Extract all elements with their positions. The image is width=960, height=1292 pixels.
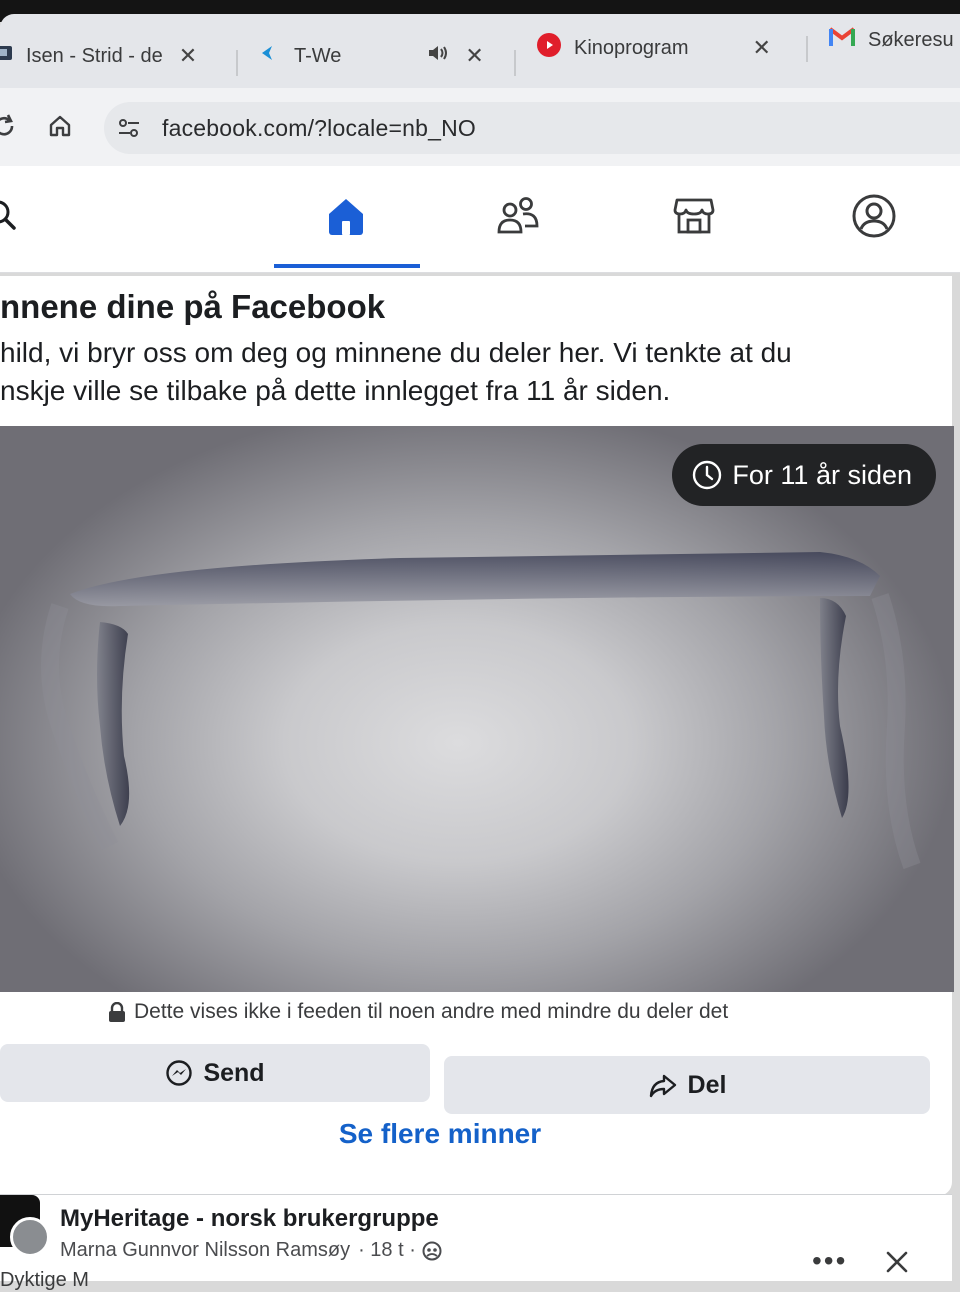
tab-close-icon[interactable]: ✕ [753, 35, 771, 61]
home-button-icon[interactable] [42, 108, 78, 144]
post-group-name[interactable]: MyHeritage - norsk brukergruppe [60, 1205, 439, 1233]
post-author[interactable]: Marna Gunnvor Nilsson Ramsøy [60, 1239, 350, 1262]
memory-age-label: For 11 år siden [732, 459, 912, 490]
post-hide-close-icon[interactable] [882, 1247, 912, 1277]
clock-icon [693, 460, 722, 490]
audience-group-icon [422, 1241, 442, 1260]
tab-title: Kinoprogram [574, 36, 689, 59]
address-bar[interactable]: facebook.com/?locale=nb_NO [104, 102, 960, 154]
lock-icon [109, 1002, 125, 1022]
post-meta: Marna Gunnvor Nilsson Ramsøy · 18 t · [60, 1239, 442, 1262]
author-avatar[interactable] [10, 1217, 50, 1257]
privacy-note: Dette vises ikke i feeden til noen andre… [108, 1000, 728, 1024]
memories-description-line: hild, vi bryr oss om deg og minnene du d… [0, 337, 792, 368]
tab-sokeresultat[interactable]: Søkeresu [828, 20, 954, 60]
messenger-icon [166, 1060, 193, 1086]
tab-isen-strid[interactable]: Isen - Strid - de ✕ [0, 36, 197, 76]
post-more-options-icon[interactable]: ••• [812, 1245, 847, 1277]
tab-title: T-We [294, 44, 342, 67]
browser-toolbar: facebook.com/?locale=nb_NO [0, 88, 960, 166]
home-icon[interactable] [322, 192, 370, 240]
memories-card: nnene dine på Facebook hild, vi bryr oss… [0, 276, 954, 1196]
tab-title: Isen - Strid - de [26, 44, 163, 67]
active-tab-indicator [274, 264, 420, 268]
tab-separator [236, 50, 238, 76]
share-arrow-icon [649, 1074, 676, 1098]
url-text[interactable]: facebook.com/?locale=nb_NO [162, 115, 476, 142]
send-label: Send [203, 1058, 265, 1087]
memories-description-line: nskje ville se tilbake på dette innlegge… [0, 375, 671, 406]
feed-post: MyHeritage - norsk brukergruppe Marna Gu… [0, 1194, 952, 1291]
site-settings-icon[interactable] [114, 113, 144, 143]
post-time[interactable]: · 18 t · [358, 1239, 416, 1262]
red-circle-favicon-icon [536, 32, 562, 64]
tab-separator [806, 36, 808, 62]
send-button[interactable]: Send [0, 1044, 430, 1102]
memory-photo[interactable]: For 11 år siden [0, 426, 954, 992]
media-favicon-icon [0, 43, 14, 69]
tab-title: Søkeresu [868, 28, 954, 51]
memory-age-badge: For 11 år siden [672, 444, 936, 506]
tab-t-we[interactable]: T-We ✕ [260, 36, 484, 76]
memories-title: nnene dine på Facebook [0, 288, 386, 325]
reload-icon[interactable] [0, 108, 22, 144]
speaker-icon[interactable] [427, 43, 449, 69]
privacy-note-text: Dette vises ikke i feeden til noen andre… [134, 1000, 729, 1023]
marketplace-icon[interactable] [670, 192, 718, 240]
share-label: Del [687, 1070, 727, 1099]
table-drawing-image [41, 552, 921, 870]
friends-icon[interactable] [494, 192, 542, 240]
tab-kinoprogram[interactable]: Kinoprogram ✕ [536, 28, 771, 68]
facebook-nav-bar [0, 166, 960, 273]
search-icon[interactable] [0, 192, 26, 240]
tab-close-icon[interactable]: ✕ [465, 43, 483, 69]
gmail-favicon-icon [828, 26, 856, 54]
post-body-text: Dyktige M [0, 1269, 89, 1291]
see-more-memories-link[interactable]: Se flere minner [0, 1118, 880, 1150]
tab-close-icon[interactable]: ✕ [179, 43, 197, 69]
profile-icon[interactable] [850, 192, 898, 240]
share-button[interactable]: Del [444, 1056, 930, 1114]
tab-separator [514, 50, 516, 76]
memories-description: hild, vi bryr oss om deg og minnene du d… [0, 334, 900, 410]
telenor-favicon-icon [260, 43, 282, 69]
browser-tab-strip: Isen - Strid - de ✕ T-We ✕ Kinoprogram ✕… [0, 14, 960, 90]
